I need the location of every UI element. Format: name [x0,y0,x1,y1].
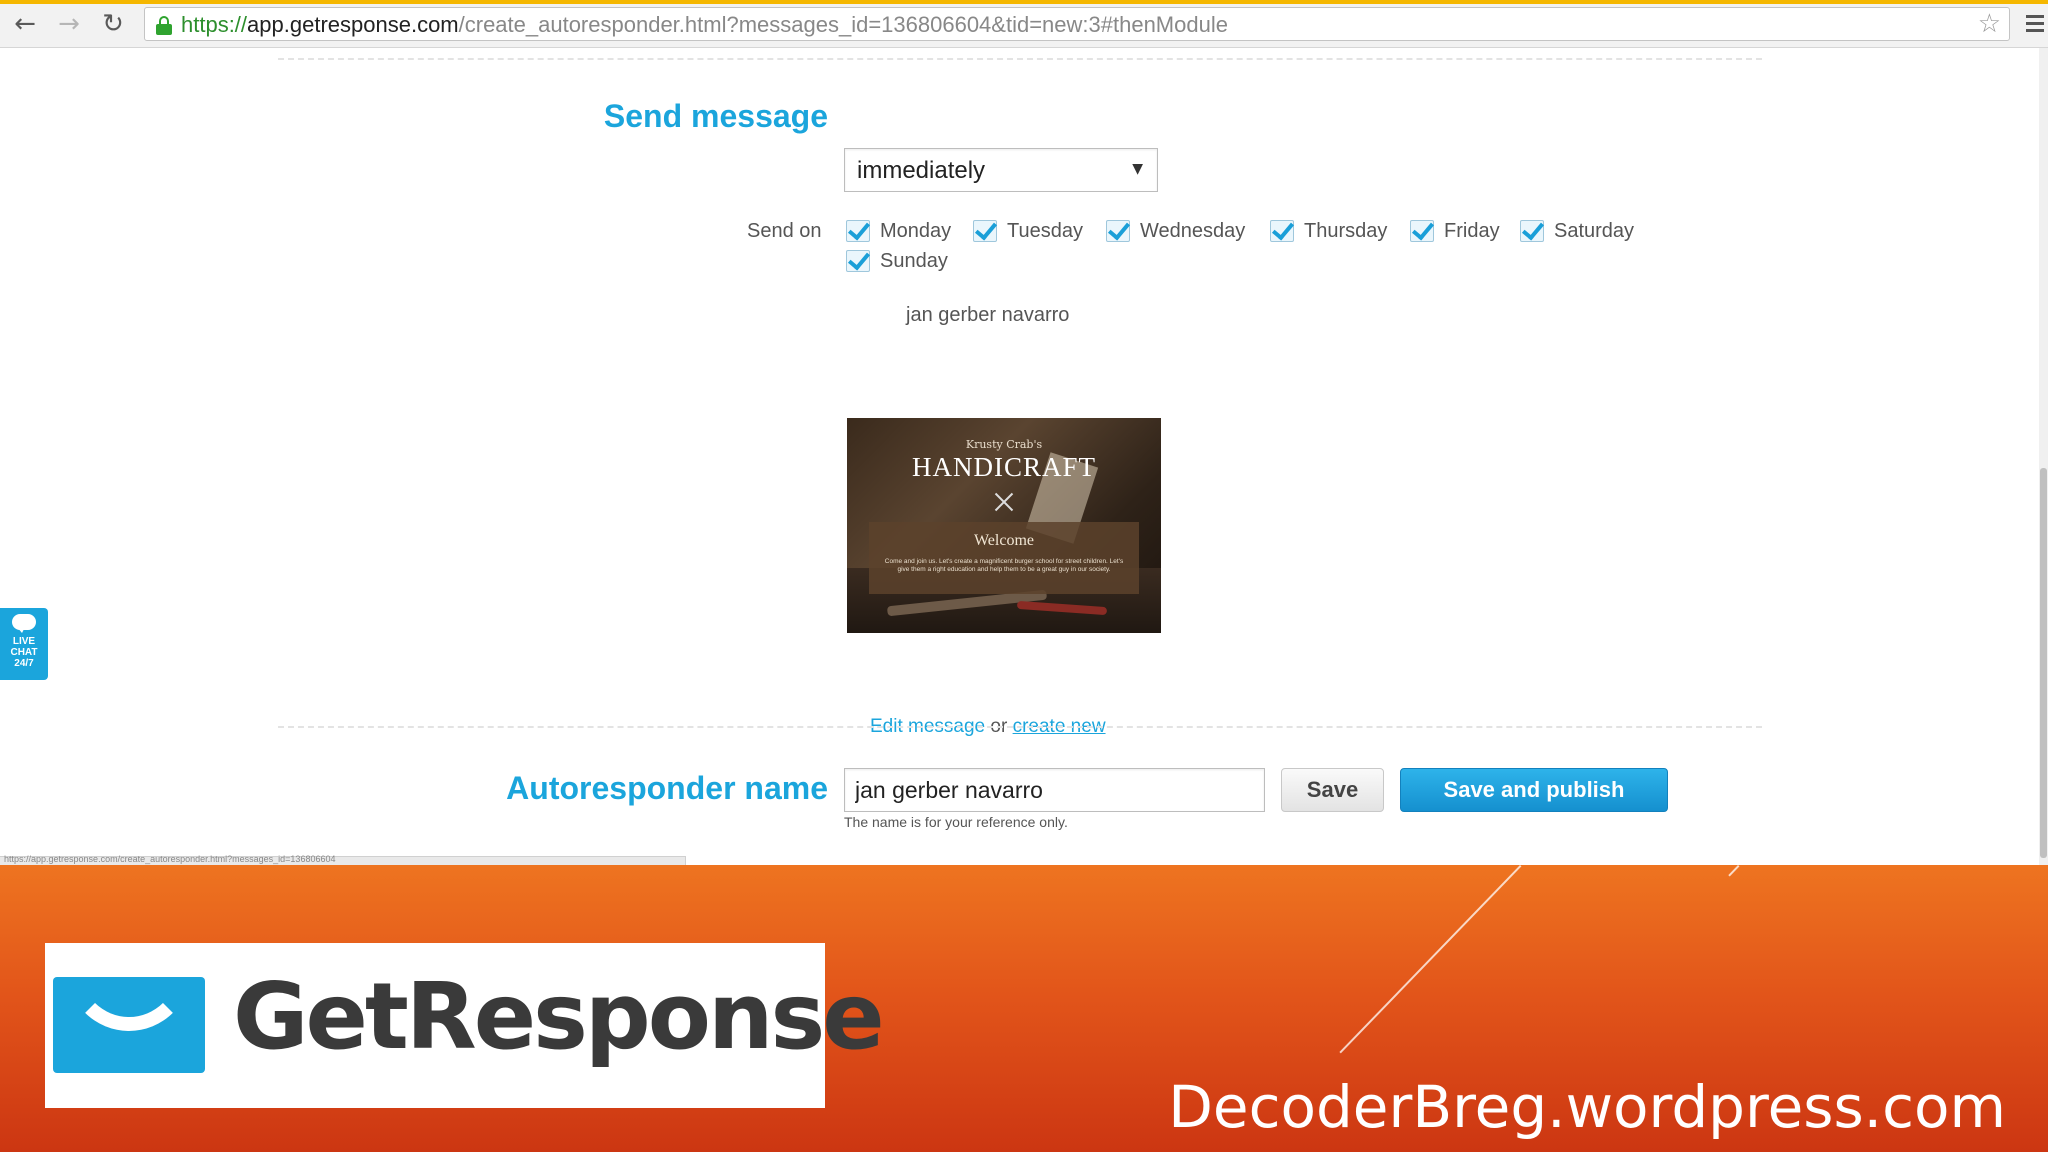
send-message-label: Send message [603,98,828,134]
save-button[interactable]: Save [1281,768,1384,812]
checkbox-checked-icon[interactable] [846,220,870,242]
checkbox-checked-icon[interactable] [846,250,870,272]
logo-text: GetResponse [233,963,885,1070]
url-path: /create_autoresponder.html?messages_id=1… [458,12,1228,37]
thumbnail-pretitle: Krusty Crab's [965,438,1043,451]
send-timing-value: immediately [857,157,986,184]
video-banner: GetResponse DecoderBreg.wordpress.com [0,865,2048,1152]
message-name: jan gerber navarro [906,304,1070,326]
status-url: https://app.getresponse.com/create_autor… [4,854,336,864]
chat-bubble-icon [12,614,36,633]
checkbox-checked-icon[interactable] [1270,220,1294,242]
screen: ← → ↻ https://app.getresponse.com/create… [0,0,2048,1152]
back-button[interactable]: ← [10,10,40,38]
day-label: Saturday [1554,220,1635,242]
checkbox-checked-icon[interactable] [1520,220,1544,242]
live-chat-button[interactable]: LIVE CHAT 24/7 [0,608,48,680]
tab-accent-line [0,0,2048,4]
lock-icon [155,16,173,35]
message-thumbnail[interactable]: Krusty Crab's HANDICRAFT Welcome Come an… [847,418,1161,633]
thumbnail-panel: Welcome Come and join us. Let's create a… [869,522,1139,594]
send-timing-select[interactable]: immediately ▼ [844,148,1158,192]
getresponse-logo: GetResponse [45,943,885,1108]
live-chat-line2: CHAT [10,647,38,658]
star-icon[interactable]: ☆ [1978,9,2001,39]
vertical-scrollbar[interactable] [2039,48,2048,865]
decorative-line [1339,865,1522,1054]
scrollbar-thumb[interactable] [2040,468,2047,858]
day-label: Sunday [880,250,948,272]
crossed-tools-icon [992,490,1016,514]
url-scheme: https:// [181,12,248,37]
thumbnail-blurb: Come and join us. Let's create a magnifi… [884,558,1124,573]
divider [278,726,1762,728]
day-label: Wednesday [1140,220,1246,242]
page-content: Send message immediately ▼ Send on Monda… [0,48,2048,865]
checkbox-checked-icon[interactable] [1410,220,1434,242]
url-text: https://app.getresponse.com/create_autor… [181,12,1228,38]
url-host: app.getresponse.com [247,12,459,37]
getresponse-logo-icon [53,977,205,1073]
send-on-label: Send on [747,220,822,242]
forward-button[interactable]: → [54,10,84,38]
day-label: Monday [880,220,952,242]
thumbnail-title: HANDICRAFT [911,452,1096,482]
day-label: Friday [1444,220,1500,242]
name-hint: The name is for your reference only. [844,814,1068,830]
autoresponder-name-label: Autoresponder name [506,770,828,806]
browser-toolbar: ← → ↻ https://app.getresponse.com/create… [0,0,2048,48]
divider [278,58,1762,60]
reload-button[interactable]: ↻ [98,10,128,38]
checkbox-checked-icon[interactable] [1106,220,1130,242]
hamburger-menu-icon[interactable] [2024,12,2046,34]
live-chat-line1: LIVE [12,636,36,647]
site-url-text: DecoderBreg.wordpress.com [1168,1073,2006,1141]
checkbox-checked-icon[interactable] [973,220,997,242]
chevron-down-icon: ▼ [1132,161,1143,177]
address-bar[interactable]: https://app.getresponse.com/create_autor… [144,7,2010,41]
save-and-publish-button[interactable]: Save and publish [1400,768,1668,812]
live-chat-line3: 24/7 [14,658,34,669]
autoresponder-name-input[interactable] [844,768,1265,812]
day-label: Thursday [1304,220,1388,242]
thumbnail-welcome: Welcome [973,532,1034,549]
live-chat-text: LIVE CHAT 24/7 [0,636,48,669]
day-label: Tuesday [1007,220,1083,242]
decorative-line [1728,865,1740,877]
